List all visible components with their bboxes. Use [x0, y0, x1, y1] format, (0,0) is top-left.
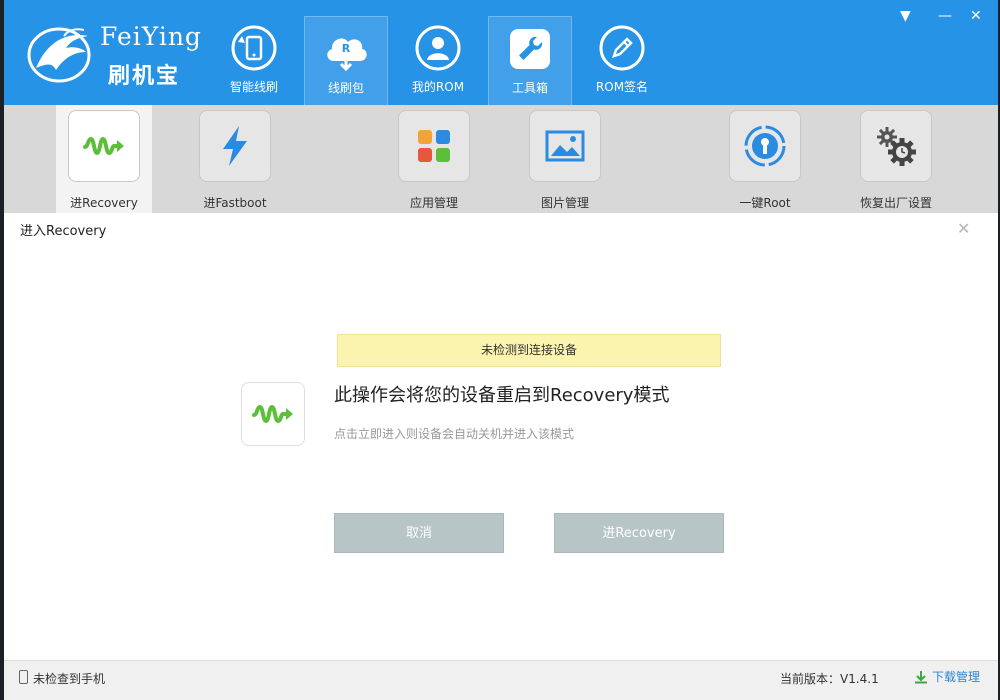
- tool-image-manager[interactable]: 图片管理: [517, 105, 613, 213]
- root-key-icon: [744, 125, 786, 167]
- minimize-icon[interactable]: —: [938, 8, 952, 24]
- nav-rom-sign[interactable]: ROM签名: [580, 16, 664, 105]
- tool-fastboot[interactable]: 进Fastboot: [187, 105, 283, 213]
- operation-heading: 此操作会将您的设备重启到Recovery模式: [334, 385, 670, 406]
- tool-icon-box: [398, 110, 470, 182]
- recovery-wave-icon: [83, 136, 124, 156]
- logo-english-text: FeiYing: [100, 22, 202, 51]
- operation-subtext: 点击立即进入则设备会自动关机并进入该模式: [334, 427, 575, 441]
- dialog-close-icon[interactable]: ✕: [957, 219, 970, 238]
- tool-factory-reset[interactable]: 恢复出厂设置: [848, 105, 944, 213]
- tool-icon-box: [529, 110, 601, 182]
- nav-flash-package[interactable]: R 线刷包: [304, 16, 388, 105]
- main-nav: 智能线刷 R 线刷包 我的ROM 工具箱 ROM签名: [212, 16, 672, 105]
- nav-smart-flash[interactable]: 智能线刷: [212, 16, 296, 105]
- wrench-icon: [510, 29, 550, 69]
- recovery-op-icon-box: [241, 382, 305, 446]
- tool-label: 图片管理: [540, 196, 589, 210]
- recovery-wave-icon: [252, 404, 293, 424]
- tool-app-manager[interactable]: 应用管理: [386, 105, 482, 213]
- pen-icon: [599, 25, 645, 71]
- enter-recovery-button[interactable]: 进Recovery: [554, 513, 724, 553]
- tool-icon-box: [729, 110, 801, 182]
- nav-label: 智能线刷: [229, 80, 278, 94]
- no-device-alert: 未检测到连接设备: [337, 334, 721, 367]
- nav-label: 工具箱: [511, 81, 548, 95]
- app-window: FeiYing 刷机宝 智能线刷 R 线刷包 我的ROM 工具箱 ROM签名 ▼…: [4, 0, 998, 700]
- device-status-text: 未检查到手机: [33, 672, 106, 686]
- tool-label: 进Fastboot: [203, 196, 267, 210]
- window-menu-icon[interactable]: ▼: [900, 8, 911, 24]
- app-logo: FeiYing 刷机宝: [26, 18, 206, 89]
- status-bar: 未检查到手机 当前版本：V1.4.1 下载管理: [4, 660, 998, 700]
- version-text: 当前版本：V1.4.1: [780, 672, 879, 686]
- download-manager-button[interactable]: 下载管理: [914, 668, 980, 685]
- tool-icon-box: [199, 110, 271, 182]
- feiying-bird-logo-icon: [27, 27, 91, 83]
- tool-label: 进Recovery: [70, 196, 138, 210]
- nav-label: ROM签名: [595, 80, 649, 94]
- phone-refresh-icon: [231, 25, 277, 71]
- nav-toolbox[interactable]: 工具箱: [488, 16, 572, 105]
- tool-label: 恢复出厂设置: [859, 196, 932, 210]
- tool-icon-box: [68, 110, 140, 182]
- gears-icon: [877, 127, 916, 166]
- app-header: FeiYing 刷机宝 智能线刷 R 线刷包 我的ROM 工具箱 ROM签名 ▼…: [4, 0, 998, 105]
- user-icon: [415, 25, 461, 71]
- lightning-icon: [223, 126, 247, 166]
- tool-icon-box: [860, 110, 932, 182]
- tool-recovery[interactable]: 进Recovery: [56, 105, 152, 213]
- nav-my-rom[interactable]: 我的ROM: [396, 16, 480, 105]
- svg-text:R: R: [342, 42, 351, 55]
- recovery-dialog: 进入Recovery ✕ 未检测到连接设备 此操作会将您的设备重启到Recove…: [4, 213, 998, 660]
- tool-label: 应用管理: [409, 196, 458, 210]
- tool-one-click-root[interactable]: 一键Root: [717, 105, 813, 213]
- logo-chinese-text: 刷机宝: [108, 64, 181, 89]
- nav-label: 线刷包: [327, 81, 364, 95]
- cloud-download-icon: R: [327, 38, 367, 72]
- image-icon: [545, 130, 585, 162]
- toolbox-toolbar: 进Recovery 进Fastboot 应用管理 图片管理 一键Root 恢复出…: [4, 105, 998, 213]
- tool-label: 一键Root: [739, 196, 791, 210]
- download-arrow-icon: [915, 670, 927, 683]
- dialog-title: 进入Recovery: [20, 224, 107, 239]
- phone-icon: [19, 670, 28, 684]
- apps-grid-icon: [418, 130, 450, 162]
- close-window-icon[interactable]: ✕: [970, 8, 982, 24]
- download-manager-label: 下载管理: [932, 670, 981, 684]
- cancel-button[interactable]: 取消: [334, 513, 504, 553]
- nav-label: 我的ROM: [411, 80, 465, 94]
